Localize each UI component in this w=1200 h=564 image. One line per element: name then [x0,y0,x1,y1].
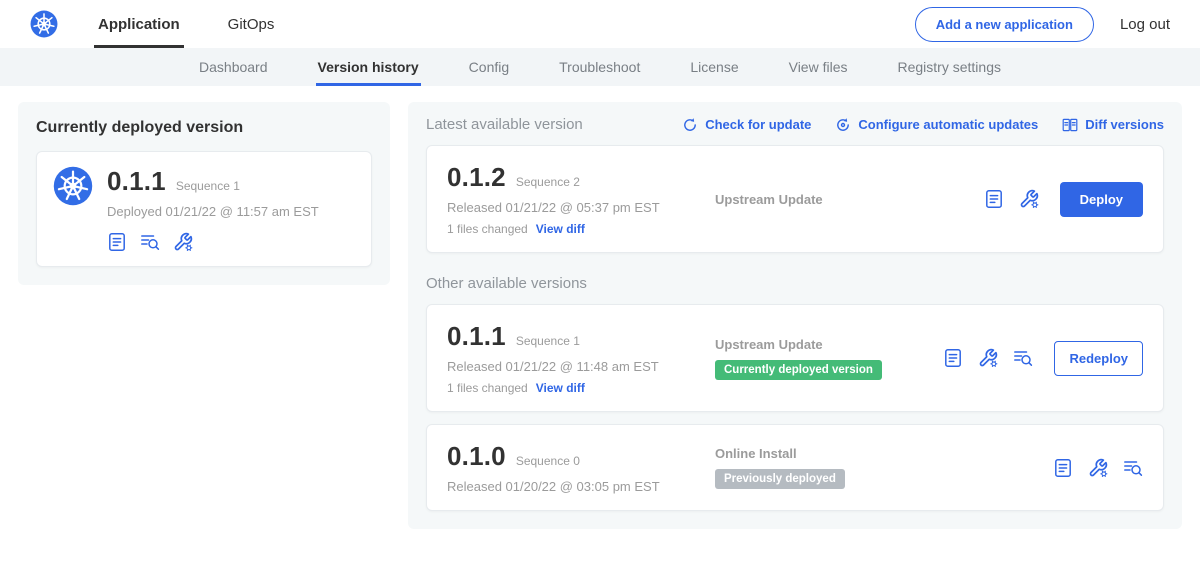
view-files-icon[interactable] [1123,458,1143,478]
release-sequence-label: Sequence 0 [516,454,580,468]
release-sequence-label: Sequence 2 [516,175,580,189]
currently-deployed-panel: Currently deployed version 0.1.1 Sequenc… [18,102,390,285]
release-version-number: 0.1.2 [447,162,506,193]
deployed-sequence-label: Sequence 1 [176,179,240,193]
subnav-item-view-files[interactable]: View files [787,48,850,86]
app-logo[interactable] [30,0,58,48]
diff-versions-link[interactable]: Diff versions [1062,117,1164,133]
subnav-label: Registry settings [898,59,1001,75]
other-available-title: Other available versions [426,275,1164,292]
redeploy-button[interactable]: Redeploy [1054,341,1143,376]
release-row-0-1-1: 0.1.1 Sequence 1 Released 01/21/22 @ 11:… [426,304,1164,412]
release-source-label: Upstream Update [715,192,974,207]
tab-gitops-label: GitOps [228,16,275,33]
release-actions [1053,458,1143,478]
subnav-item-config[interactable]: Config [467,48,511,86]
config-wrench-icon[interactable] [1088,458,1108,478]
previously-deployed-badge: Previously deployed [715,469,845,489]
release-date: Released 01/20/22 @ 03:05 pm EST [447,479,715,494]
latest-available-title: Latest available version [426,116,583,133]
release-notes-icon[interactable] [943,348,963,368]
release-info: 0.1.2 Sequence 2 Released 01/21/22 @ 05:… [447,162,715,236]
deploy-button[interactable]: Deploy [1060,182,1143,217]
app-window: Application GitOps Add a new application… [0,0,1200,564]
release-info: 0.1.1 Sequence 1 Released 01/21/22 @ 11:… [447,321,715,395]
release-source: Upstream Update Currently deployed versi… [715,337,943,380]
diff-versions-label: Diff versions [1085,117,1164,132]
subnav-label: Dashboard [199,59,268,75]
release-source: Upstream Update [715,192,984,207]
currently-deployed-title: Currently deployed version [36,119,372,137]
release-version-number: 0.1.1 [447,321,506,352]
config-wrench-icon[interactable] [978,348,998,368]
release-source-label: Online Install [715,446,1043,461]
deployed-date: Deployed 01/21/22 @ 11:57 am EST [107,204,319,219]
main-content: Currently deployed version 0.1.1 Sequenc… [0,86,1200,545]
release-notes-icon[interactable] [984,189,1004,209]
check-for-update-link[interactable]: Check for update [682,117,811,133]
add-application-button[interactable]: Add a new application [915,7,1094,42]
release-info: 0.1.0 Sequence 0 Released 01/20/22 @ 03:… [447,441,715,494]
subnav-label: License [690,59,738,75]
release-source: Online Install Previously deployed [715,446,1053,489]
diff-icon [1062,117,1078,133]
deployed-version-card: 0.1.1 Sequence 1 Deployed 01/21/22 @ 11:… [36,151,372,267]
subnav-label: Version history [318,59,419,75]
topbar-right: Add a new application Log out [915,0,1170,48]
release-row-0-1-2: 0.1.2 Sequence 2 Released 01/21/22 @ 05:… [426,145,1164,253]
files-changed-label: 1 files changed [447,222,528,236]
subnav-item-version-history[interactable]: Version history [316,48,421,86]
configure-automatic-updates-link[interactable]: Configure automatic updates [835,117,1038,133]
deployed-version-number: 0.1.1 [107,166,166,197]
check-for-update-label: Check for update [705,117,811,132]
configure-automatic-updates-label: Configure automatic updates [858,117,1038,132]
tab-gitops[interactable]: GitOps [224,0,279,48]
logout-link[interactable]: Log out [1120,16,1170,33]
view-diff-link[interactable]: View diff [536,222,585,236]
available-versions-panel: Latest available version Check for updat… [408,102,1182,529]
release-source-label: Upstream Update [715,337,933,352]
release-notes-icon[interactable] [1053,458,1073,478]
panel-actions: Check for update Configure automatic upd… [682,117,1164,133]
files-changed-label: 1 files changed [447,381,528,395]
subnav-item-license[interactable]: License [688,48,740,86]
subnav-label: Troubleshoot [559,59,640,75]
currently-deployed-badge: Currently deployed version [715,360,882,380]
tab-application-label: Application [98,16,180,33]
deployed-version-info: 0.1.1 Sequence 1 Deployed 01/21/22 @ 11:… [107,166,319,252]
top-header: Application GitOps Add a new application… [0,0,1200,48]
subnav-label: View files [789,59,848,75]
release-sequence-label: Sequence 1 [516,334,580,348]
view-files-icon[interactable] [140,232,160,252]
refresh-icon [682,117,698,133]
config-wrench-icon[interactable] [173,232,193,252]
release-actions: Deploy [984,182,1143,217]
tab-application[interactable]: Application [94,0,184,48]
release-notes-icon[interactable] [107,232,127,252]
available-versions-header: Latest available version Check for updat… [426,116,1164,133]
view-files-icon[interactable] [1013,348,1033,368]
subnav-item-registry-settings[interactable]: Registry settings [896,48,1003,86]
app-subnav: Dashboard Version history Config Trouble… [0,48,1200,86]
release-actions: Redeploy [943,341,1143,376]
subnav-item-dashboard[interactable]: Dashboard [197,48,270,86]
release-row-0-1-0: 0.1.0 Sequence 0 Released 01/20/22 @ 03:… [426,424,1164,511]
release-date: Released 01/21/22 @ 05:37 pm EST [447,200,715,215]
view-diff-link[interactable]: View diff [536,381,585,395]
config-wrench-icon[interactable] [1019,189,1039,209]
deployed-icon-row [107,232,319,252]
auto-update-icon [835,117,851,133]
subnav-label: Config [469,59,509,75]
kubernetes-logo-icon [30,10,58,38]
release-version-number: 0.1.0 [447,441,506,472]
release-date: Released 01/21/22 @ 11:48 am EST [447,359,715,374]
kubernetes-app-icon [53,166,93,206]
subnav-item-troubleshoot[interactable]: Troubleshoot [557,48,642,86]
